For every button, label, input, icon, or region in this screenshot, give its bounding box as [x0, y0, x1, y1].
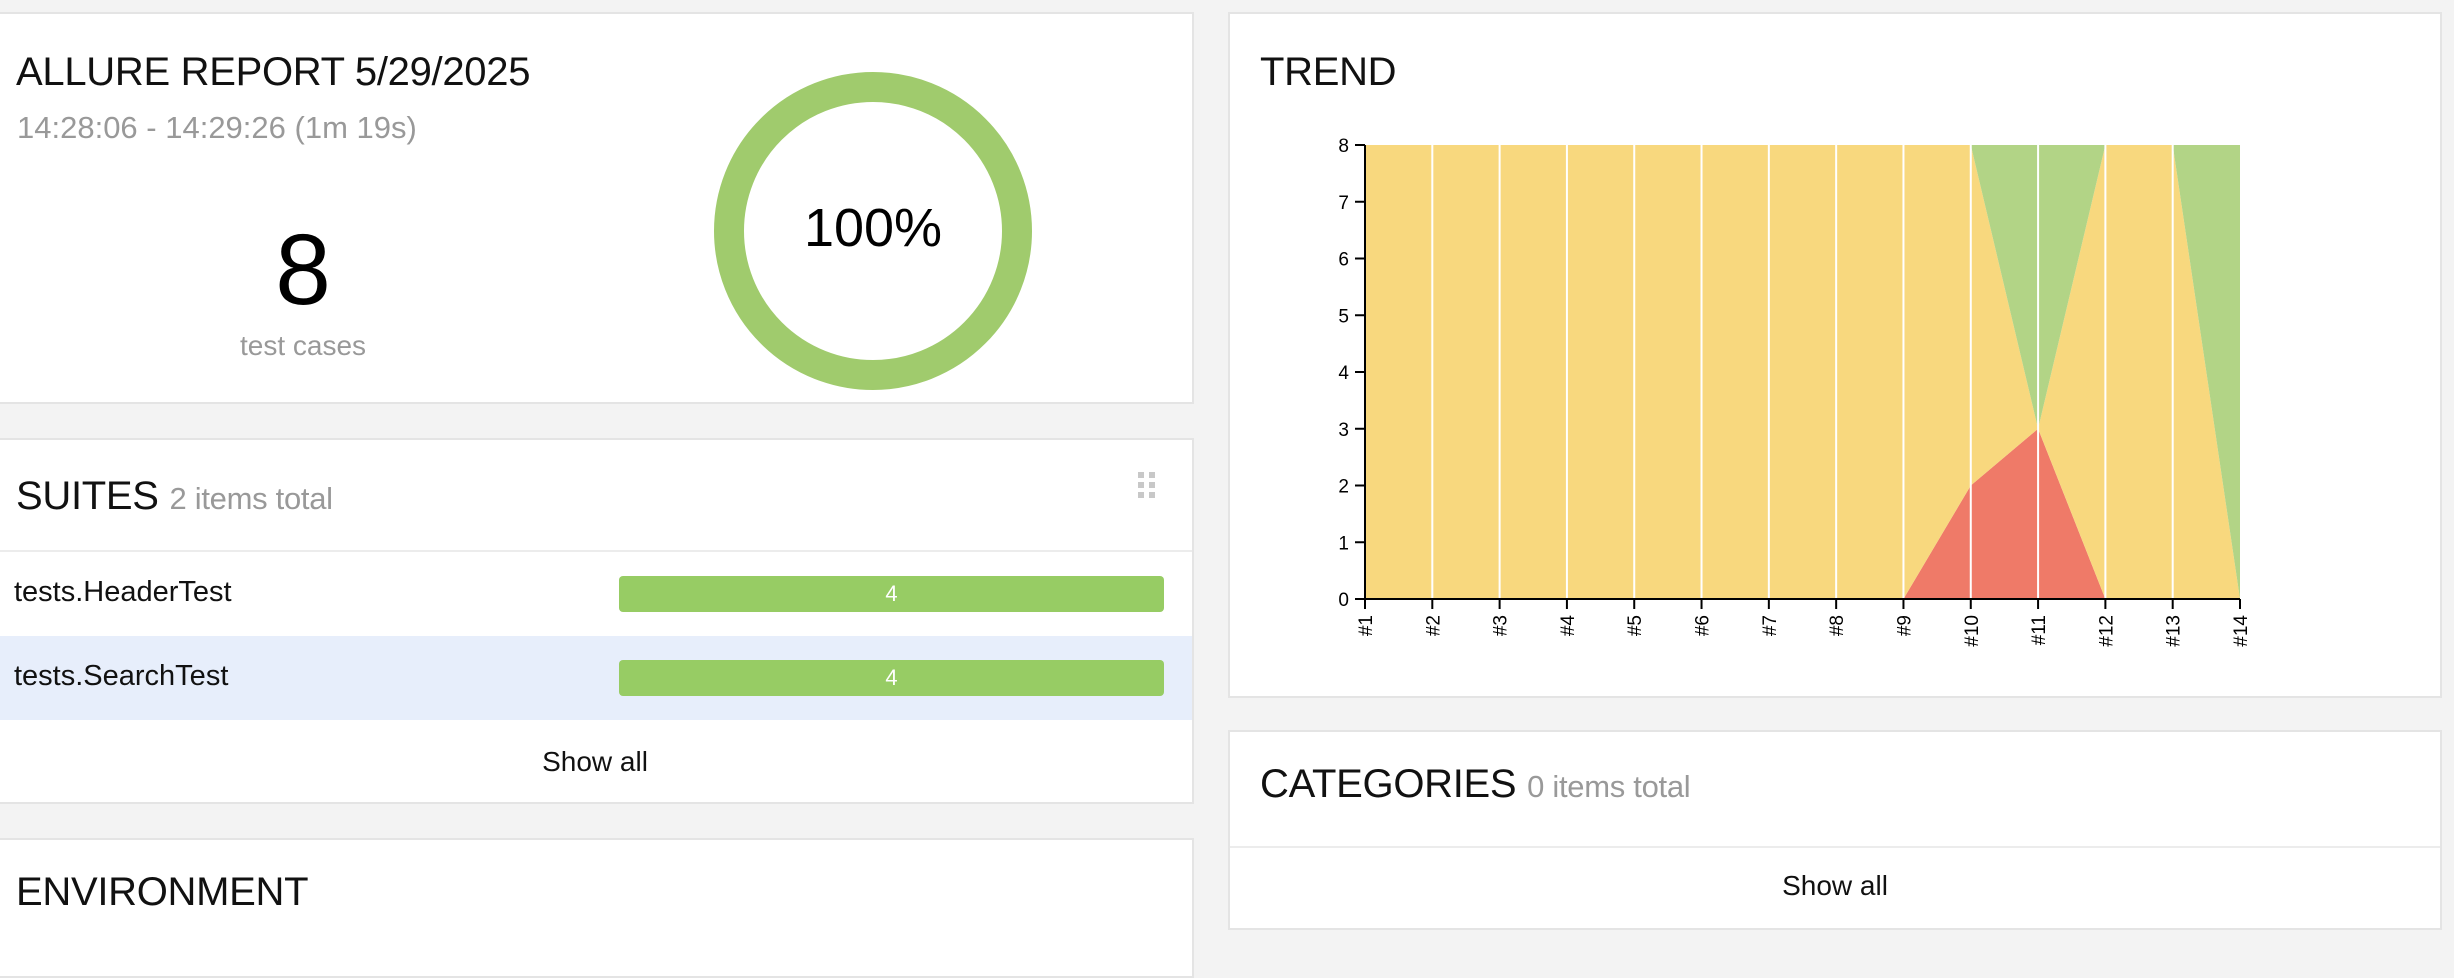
suite-row[interactable]: tests.HeaderTest 4	[0, 552, 1192, 636]
y-tick-label: 7	[1338, 193, 1349, 214]
summary-widget: ALLURE REPORT 5/29/2025 14:28:06 - 14:29…	[0, 12, 1194, 404]
environment-widget: ENVIRONMENT	[0, 838, 1194, 978]
suite-name: tests.HeaderTest	[14, 576, 232, 608]
y-tick-label: 5	[1338, 306, 1349, 327]
x-tick-label: #9	[1894, 615, 1915, 636]
environment-title: ENVIRONMENT	[16, 870, 309, 914]
categories-title-text: CATEGORIES	[1260, 762, 1517, 806]
categories-widget: CATEGORIES 0 items total Show all	[1228, 730, 2442, 930]
x-tick-label: #7	[1760, 615, 1781, 636]
y-tick-label: 4	[1338, 363, 1349, 384]
success-rate-donut[interactable]: 100%	[708, 66, 1038, 396]
x-tick-label: #8	[1827, 615, 1848, 636]
y-tick-label: 3	[1338, 420, 1349, 441]
categories-show-all-link[interactable]: Show all	[1230, 870, 2440, 902]
trend-chart[interactable]: 0 1 2 3 4 5 6 7 8 #1 #2 #3 #4 #5 #6 #7 #8 #9 #10 #11 #12 #13 #…	[1230, 14, 2440, 696]
test-case-label: test cases	[239, 330, 367, 361]
x-tick-label: #4	[1558, 615, 1579, 637]
categories-item-count: 0 items total	[1527, 769, 1691, 804]
x-tick-label: #11	[2029, 615, 2050, 645]
x-tick-label: #3	[1491, 615, 1512, 636]
suite-name: tests.SearchTest	[14, 660, 229, 692]
x-tick-label: #13	[2164, 615, 2185, 647]
suite-status-bar-passed[interactable]: 4	[619, 660, 1164, 696]
y-tick-label: 1	[1338, 533, 1349, 554]
x-tick-label: #6	[1693, 615, 1714, 636]
y-tick-label: 2	[1338, 477, 1349, 498]
test-case-count: 8	[275, 214, 331, 326]
trend-area-broken[interactable]	[1365, 145, 2240, 599]
x-tick-label: #2	[1423, 615, 1444, 636]
suites-title: SUITES 2 items total	[16, 474, 333, 519]
drag-handle-icon[interactable]	[1136, 470, 1158, 500]
suite-status-bar-passed[interactable]: 4	[619, 576, 1164, 612]
y-tick-label: 0	[1338, 590, 1349, 611]
categories-header-divider	[1230, 846, 2440, 848]
x-tick-label: #1	[1356, 615, 1377, 636]
x-tick-label: #14	[2231, 615, 2252, 647]
suites-widget: SUITES 2 items total tests.HeaderTest 4 …	[0, 438, 1194, 804]
report-title: ALLURE REPORT 5/29/2025	[16, 50, 531, 94]
trend-widget: TREND 0 1 2 3 4 5 6 7 8 #1 #2 #3 #4 #5 #6 #7 #8 #9 #10 #11 #…	[1228, 12, 2442, 698]
success-rate-label: 100%	[804, 198, 942, 258]
categories-title: CATEGORIES 0 items total	[1260, 762, 1691, 807]
y-tick-label: 6	[1338, 250, 1349, 271]
suites-show-all-link[interactable]: Show all	[0, 746, 1192, 778]
report-time-range: 14:28:06 - 14:29:26 (1m 19s)	[17, 110, 417, 145]
suite-row[interactable]: tests.SearchTest 4	[0, 636, 1192, 720]
y-tick-label: 8	[1338, 136, 1349, 157]
suites-item-count: 2 items total	[169, 481, 334, 516]
x-tick-label: #5	[1625, 615, 1646, 636]
x-tick-label: #10	[1962, 615, 1983, 647]
x-tick-label: #12	[2096, 615, 2117, 647]
suites-title-text: SUITES	[16, 474, 159, 518]
